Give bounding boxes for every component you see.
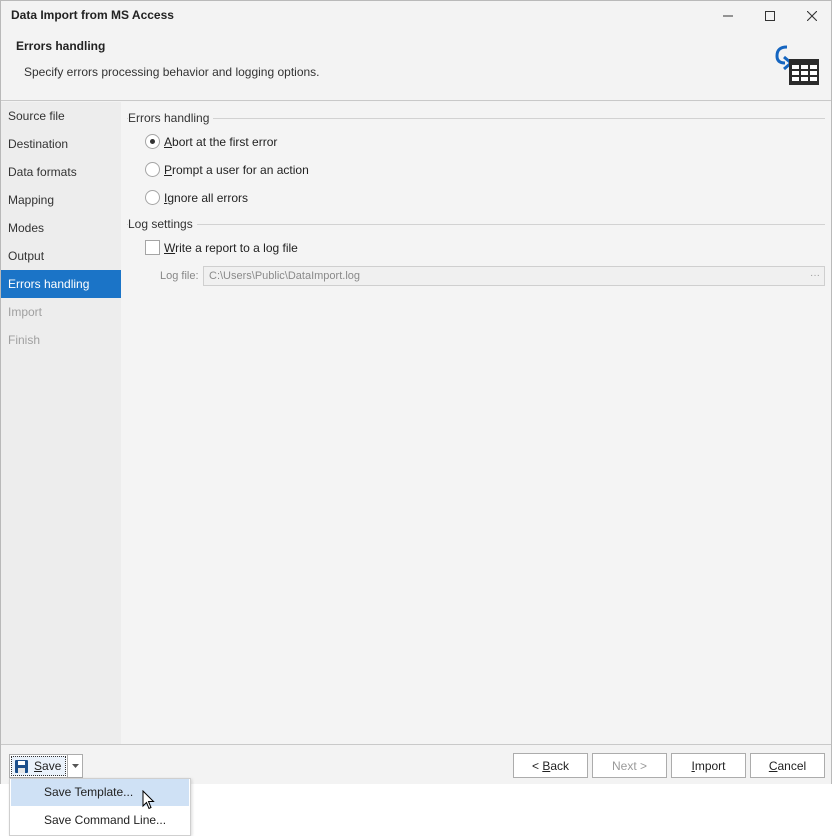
write-report-checkbox[interactable]: Write a report to a log file (145, 240, 298, 255)
sidebar-item-mapping[interactable]: Mapping (1, 186, 121, 214)
wizard-header: Errors handling Specify errors processin… (1, 31, 831, 101)
sidebar-item-source-file[interactable]: Source file (1, 102, 121, 130)
radio-label: Abort at the first error (164, 134, 278, 149)
import-button-label: Import (691, 758, 726, 773)
page-title: Errors handling (16, 39, 106, 53)
next-button: Next > (592, 753, 667, 778)
maximize-button[interactable] (749, 1, 791, 31)
log-file-value: C:\Users\Public\DataImport.log (209, 270, 360, 282)
save-dropdown-arrow[interactable] (67, 755, 83, 777)
sidebar-item-data-formats[interactable]: Data formats (1, 158, 121, 186)
mouse-cursor-icon (142, 790, 155, 810)
radio-button[interactable] (145, 162, 160, 177)
radio-button[interactable] (145, 190, 160, 205)
minimize-icon (723, 15, 733, 17)
cancel-button[interactable]: Cancel (750, 753, 825, 778)
import-wizard-window: Data Import from MS Access Errors handli… (0, 0, 832, 784)
errors-handling-panel: Errors handling Abort at the first error… (121, 102, 831, 744)
sidebar-item-errors-handling[interactable]: Errors handling (1, 270, 121, 298)
save-button[interactable]: Save (11, 756, 66, 776)
log-file-input: C:\Users\Public\DataImport.log ··· (203, 266, 825, 286)
log-group-divider (127, 224, 825, 225)
menu-item-save-template[interactable]: Save Template... (11, 779, 189, 806)
log-group-label: Log settings (128, 217, 197, 231)
sidebar-item-output[interactable]: Output (1, 242, 121, 270)
save-dropdown-menu: Save Template... Save Command Line... (9, 778, 191, 836)
radio-button-checked[interactable] (145, 134, 160, 149)
checkbox-label: Write a report to a log file (164, 240, 298, 255)
chevron-down-icon (72, 764, 79, 768)
close-button[interactable] (791, 1, 832, 31)
browse-ellipsis-button: ··· (810, 270, 820, 281)
floppy-disk-icon (15, 759, 28, 773)
checkbox-unchecked[interactable] (145, 240, 160, 255)
next-button-label: Next > (611, 758, 647, 773)
save-button-label: Save (34, 759, 62, 773)
cancel-button-label: Cancel (768, 758, 807, 773)
back-button[interactable]: < Back (513, 753, 588, 778)
import-table-icon (775, 45, 819, 85)
log-file-label: Log file: (160, 270, 199, 282)
sidebar-item-modes[interactable]: Modes (1, 214, 121, 242)
errors-group-divider (127, 118, 825, 119)
close-icon (807, 11, 817, 21)
back-button-label: < Back (531, 758, 570, 773)
radio-abort-first-error[interactable]: Abort at the first error (145, 134, 277, 149)
title-bar: Data Import from MS Access (1, 1, 831, 31)
sidebar-item-finish: Finish (8, 333, 41, 347)
import-button[interactable]: Import (671, 753, 746, 778)
maximize-icon (765, 11, 775, 21)
minimize-button[interactable] (707, 1, 749, 31)
sidebar-item-import: Import (8, 305, 43, 319)
menu-item-save-command-line[interactable]: Save Command Line... (11, 807, 189, 834)
page-description: Specify errors processing behavior and l… (24, 65, 320, 79)
errors-group-label: Errors handling (128, 111, 214, 125)
radio-ignore-all-errors[interactable]: Ignore all errors (145, 190, 248, 205)
save-split-button: Save (9, 754, 83, 778)
window-title: Data Import from MS Access (11, 8, 174, 22)
sidebar-item-destination[interactable]: Destination (1, 130, 121, 158)
radio-label: Prompt a user for an action (164, 162, 309, 177)
radio-label: Ignore all errors (164, 190, 249, 205)
radio-prompt-user[interactable]: Prompt a user for an action (145, 162, 309, 177)
wizard-steps-sidebar: Source file Destination Data formats Map… (1, 102, 121, 744)
